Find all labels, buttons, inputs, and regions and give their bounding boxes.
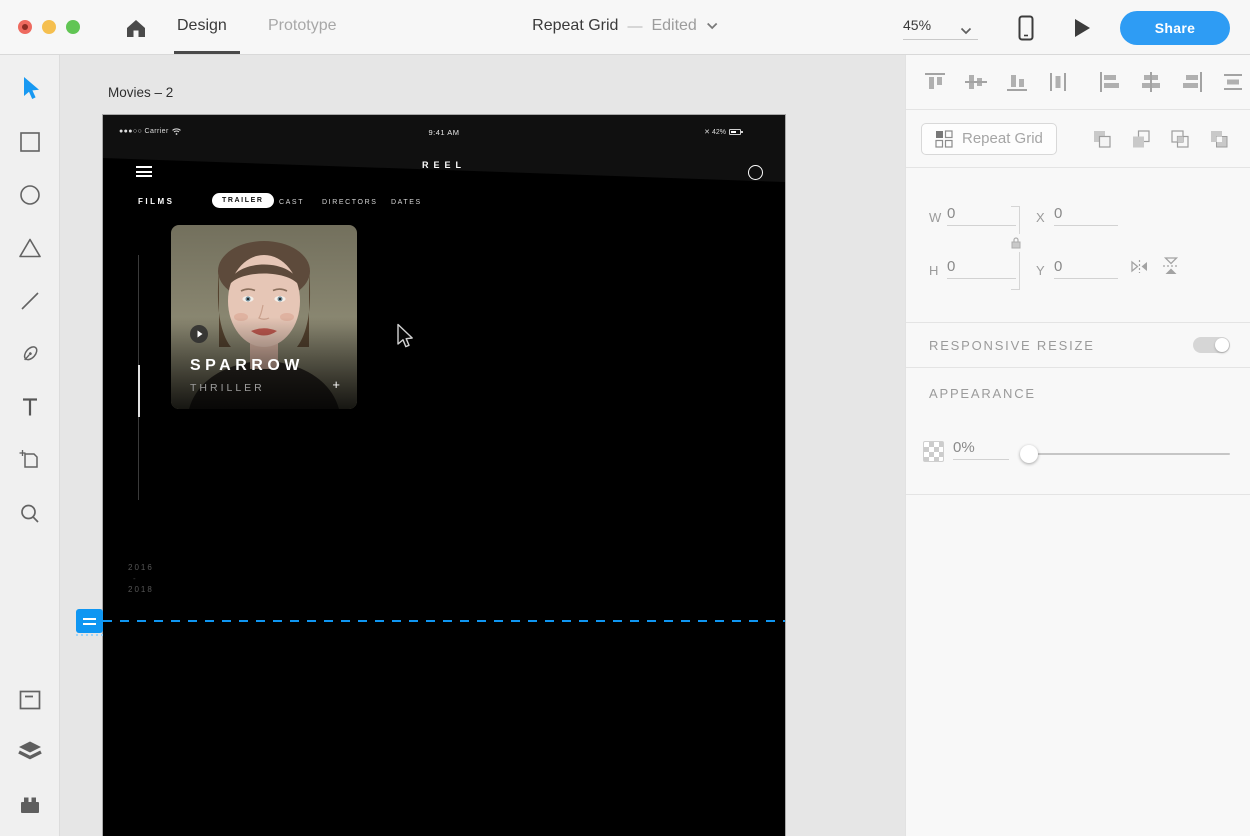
x-label: X <box>1036 210 1045 225</box>
movie-title: SPARROW <box>190 357 304 375</box>
responsive-resize-toggle[interactable] <box>1193 337 1230 353</box>
rectangle-tool-icon[interactable] <box>17 129 43 155</box>
align-bottom-icon[interactable] <box>1004 70 1030 94</box>
distribute-horizontal-icon[interactable] <box>1045 70 1071 94</box>
document-name: Repeat Grid <box>532 17 618 35</box>
opacity-field[interactable] <box>953 436 1009 460</box>
transform-section: W X H Y <box>906 168 1250 323</box>
property-inspector: Repeat Grid W X H Y <box>905 55 1250 836</box>
flip-horizontal-icon[interactable] <box>1130 258 1149 280</box>
select-tool-icon[interactable] <box>17 75 43 101</box>
phone-tab-cast: CAST <box>279 199 304 206</box>
toggle-knob <box>1215 338 1229 352</box>
align-horizontal-center-icon[interactable] <box>1138 70 1164 94</box>
movie-genre: THRILLER <box>190 382 265 394</box>
distribute-vertical-icon[interactable] <box>1220 70 1246 94</box>
align-top-icon[interactable] <box>922 70 948 94</box>
phone-statusbar-time: 9:41 AM <box>103 128 785 137</box>
zoom-tool-icon[interactable] <box>17 501 43 527</box>
repeat-grid-section: Repeat Grid <box>906 110 1250 168</box>
artboard-title[interactable]: Movies – 2 <box>108 85 173 100</box>
artboard-tool-icon[interactable] <box>17 447 43 473</box>
polygon-tool-icon[interactable] <box>17 235 43 261</box>
opacity-slider-knob[interactable] <box>1020 445 1038 463</box>
desktop-preview-play-icon[interactable] <box>1072 17 1092 44</box>
phone-tab-directors: DIRECTORS <box>322 199 378 206</box>
year-label-2016: 2016 <box>128 563 154 572</box>
x-field[interactable] <box>1054 202 1118 226</box>
active-tab-underline <box>174 51 240 54</box>
phone-statusbar-battery: ✕ 42% <box>704 128 741 136</box>
width-field[interactable] <box>947 202 1016 226</box>
y-field[interactable] <box>1054 255 1118 279</box>
phone-tab-trailer: TRAILER <box>212 193 274 208</box>
responsive-resize-label: RESPONSIVE RESIZE <box>929 338 1095 353</box>
year-label-2018: 2018 <box>128 585 154 594</box>
align-right-icon[interactable] <box>1179 70 1205 94</box>
repeat-grid-button-label: Repeat Grid <box>962 130 1043 147</box>
text-tool-icon[interactable] <box>17 394 43 420</box>
window-close-button[interactable] <box>18 20 32 34</box>
play-button-icon <box>190 325 208 343</box>
year-divider: - <box>133 574 136 583</box>
mouse-cursor <box>396 323 418 356</box>
repeat-grid-handle[interactable] <box>76 609 103 633</box>
device-preview-icon[interactable] <box>1018 15 1034 46</box>
scroll-indicator-thumb <box>138 365 140 417</box>
y-label: Y <box>1036 263 1045 278</box>
title-separator: — <box>627 18 642 35</box>
lock-aspect-icon[interactable] <box>1009 234 1023 252</box>
tab-design[interactable]: Design <box>177 17 227 35</box>
document-status: Edited <box>651 17 696 35</box>
boolean-subtract-icon[interactable] <box>1128 127 1154 151</box>
films-label: FILMS <box>138 197 175 206</box>
boolean-intersect-icon[interactable] <box>1167 127 1193 151</box>
window-minimize-button[interactable] <box>42 20 56 34</box>
chevron-down-icon <box>706 22 718 30</box>
align-vertical-center-icon[interactable] <box>963 70 989 94</box>
app-toolbar: Design Prototype Repeat Grid — Edited 45… <box>0 0 1250 55</box>
document-title[interactable]: Repeat Grid — Edited <box>532 17 718 35</box>
artboard-movies-2[interactable]: ●●●○○ Carrier 9:41 AM ✕ 42% REEL FILMS T… <box>103 115 785 836</box>
width-label: W <box>929 210 941 225</box>
appearance-section: APPEARANCE <box>906 368 1250 495</box>
align-left-icon[interactable] <box>1097 70 1123 94</box>
tools-sidebar <box>0 55 60 836</box>
ellipse-tool-icon[interactable] <box>17 182 43 208</box>
zoom-chevron-down-icon[interactable] <box>960 22 972 40</box>
share-button[interactable]: Share <box>1120 11 1230 45</box>
line-tool-icon[interactable] <box>17 288 43 314</box>
responsive-resize-section: RESPONSIVE RESIZE <box>906 323 1250 368</box>
repeat-grid-icon <box>935 130 953 148</box>
phone-tab-dates: DATES <box>391 199 422 206</box>
repeat-grid-button[interactable]: Repeat Grid <box>921 123 1057 155</box>
pen-tool-icon[interactable] <box>17 341 43 367</box>
flip-vertical-icon[interactable] <box>1162 256 1180 281</box>
phone-header-background <box>103 115 785 183</box>
phone-app-title: REEL <box>103 160 785 170</box>
tab-prototype[interactable]: Prototype <box>268 17 336 35</box>
add-movie-icon: + <box>332 377 340 392</box>
battery-icon <box>729 129 741 135</box>
opacity-checkerboard-icon <box>923 441 944 462</box>
assets-panel-icon[interactable] <box>17 687 43 713</box>
movie-card[interactable]: SPARROW THRILLER + <box>171 225 357 409</box>
design-canvas[interactable]: Movies – 2 ●●●○○ Carrier 9:41 AM ✕ 42% R… <box>60 55 905 836</box>
window-zoom-button[interactable] <box>66 20 80 34</box>
boolean-add-icon[interactable] <box>1089 127 1115 151</box>
boolean-exclude-icon[interactable] <box>1206 127 1232 151</box>
search-circle-icon <box>748 165 763 180</box>
plugins-panel-icon[interactable] <box>17 792 43 818</box>
alignment-section <box>906 55 1250 110</box>
height-label: H <box>929 263 938 278</box>
repeat-grid-handle-dots <box>76 634 103 636</box>
layers-panel-icon[interactable] <box>17 739 43 765</box>
repeat-grid-boundary-line[interactable] <box>103 620 785 622</box>
height-field[interactable] <box>947 255 1016 279</box>
appearance-label: APPEARANCE <box>929 386 1036 401</box>
opacity-slider[interactable] <box>1021 453 1230 455</box>
home-icon[interactable] <box>123 15 149 41</box>
